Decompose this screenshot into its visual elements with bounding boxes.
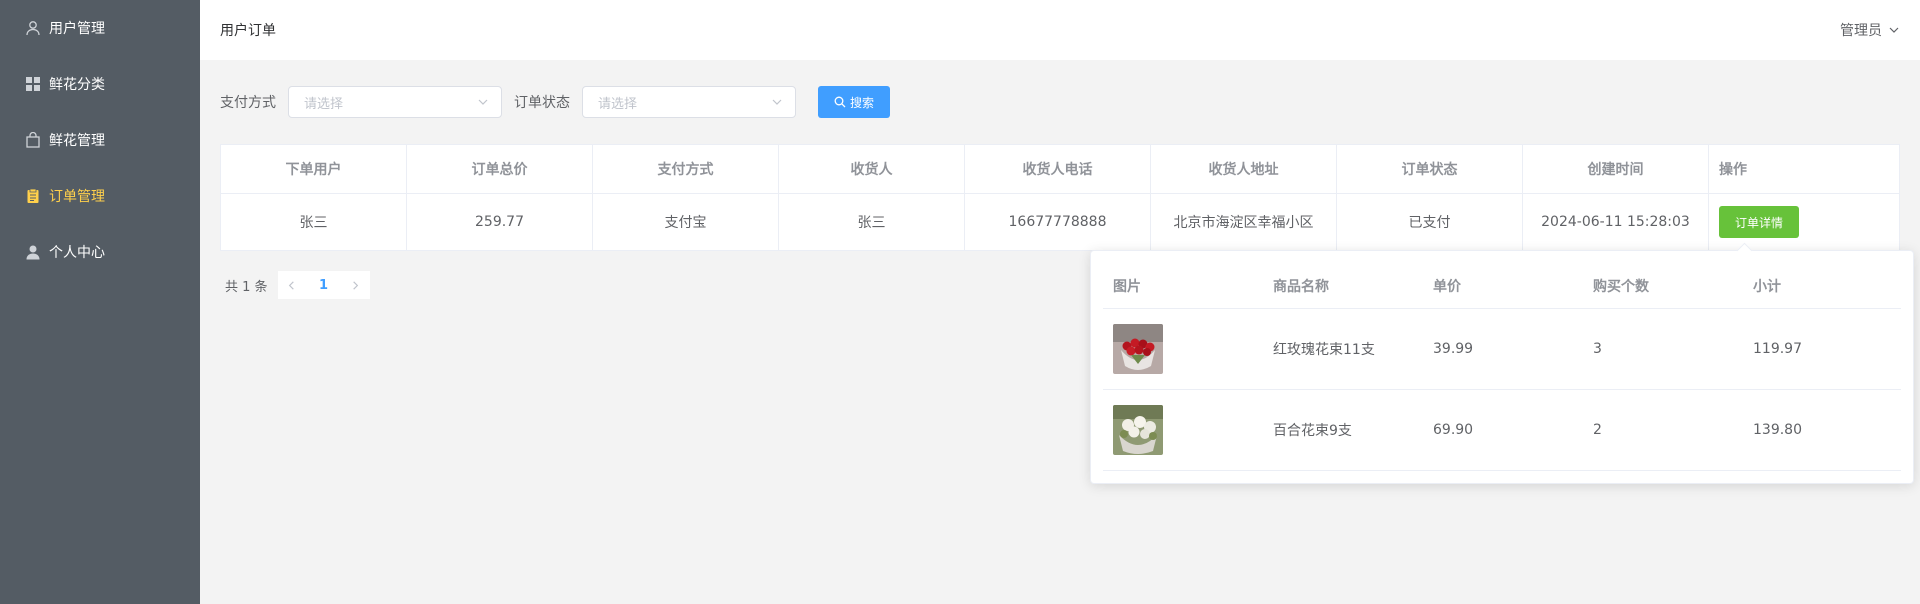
chevron-down-icon	[478, 99, 488, 105]
order-items-header: 图片 商品名称 单价 购买个数 小计	[1103, 263, 1901, 309]
table-row: 张三 259.77 支付宝 张三 16677778888 北京市海淀区幸福小区 …	[221, 193, 1899, 250]
cell-product-name: 红玫瑰花束11支	[1273, 342, 1375, 358]
chevron-left-icon	[288, 280, 294, 290]
clipboard-icon	[27, 188, 39, 203]
column-header: 订单总价	[407, 145, 593, 193]
order-status-placeholder: 请选择	[598, 96, 638, 112]
chevron-right-icon	[353, 280, 359, 290]
chevron-down-icon	[772, 99, 782, 105]
filter-bar: 支付方式 请选择 订单状态 请选择 搜索	[220, 86, 890, 118]
cell-address: 北京市海淀区幸福小区	[1151, 194, 1337, 250]
cell-action: 订单详情	[1709, 194, 1899, 250]
search-icon	[834, 96, 846, 108]
sidebar-item-label: 订单管理	[49, 189, 105, 205]
sidebar-item-label: 鲜花分类	[49, 77, 105, 93]
cell-image	[1103, 390, 1263, 470]
order-status-select[interactable]: 请选择	[582, 86, 796, 118]
product-image-lily	[1113, 405, 1163, 455]
user-icon	[26, 21, 40, 36]
sidebar-item-order-management[interactable]: 订单管理	[0, 168, 200, 224]
cell-user: 张三	[221, 194, 407, 250]
column-header: 小计	[1753, 278, 1781, 295]
column-header: 收货人电话	[965, 145, 1151, 193]
column-header: 收货人	[779, 145, 965, 193]
column-header: 图片	[1113, 278, 1141, 295]
order-item-row: 百合花束9支 69.90 2 139.80	[1103, 390, 1901, 471]
search-button[interactable]: 搜索	[818, 86, 890, 118]
prev-page-button[interactable]	[278, 271, 306, 299]
grid-icon	[26, 77, 40, 91]
sidebar-item-flower-category[interactable]: 鲜花分类	[0, 56, 200, 112]
person-icon	[26, 245, 40, 260]
cell-product-name: 百合花束9支	[1273, 423, 1352, 439]
cell-qty: 3	[1593, 341, 1602, 357]
next-page-button[interactable]	[342, 271, 370, 299]
column-header: 单价	[1433, 278, 1461, 295]
cell-receiver: 张三	[779, 194, 965, 250]
user-name: 管理员	[1840, 23, 1882, 39]
user-dropdown[interactable]: 管理员	[1840, 20, 1900, 40]
column-header: 商品名称	[1273, 278, 1329, 295]
column-header: 下单用户	[221, 145, 407, 193]
chevron-down-icon	[1889, 27, 1899, 33]
breadcrumb: 用户订单	[220, 23, 276, 39]
cell-total: 259.77	[407, 194, 593, 250]
cell-subtotal: 119.97	[1753, 341, 1802, 357]
column-header: 创建时间	[1523, 145, 1709, 193]
cell-price: 39.99	[1433, 341, 1474, 357]
order-item-row: 红玫瑰花束11支 39.99 3 119.97	[1103, 309, 1901, 390]
bag-icon	[26, 132, 40, 148]
pagination-total: 共 1 条	[225, 279, 268, 295]
cell-subtotal: 139.80	[1753, 422, 1802, 438]
column-header: 操作	[1719, 162, 1747, 178]
page-number[interactable]: 1	[306, 271, 342, 299]
cell-phone: 16677778888	[965, 194, 1151, 250]
pay-method-select[interactable]: 请选择	[288, 86, 502, 118]
order-items-table: 图片 商品名称 单价 购买个数 小计 红玫瑰花束11支 39.99 3 119.…	[1103, 263, 1901, 471]
sidebar-item-personal-center[interactable]: 个人中心	[0, 224, 200, 280]
cell-price: 69.90	[1433, 422, 1474, 438]
product-image-rose	[1113, 324, 1163, 374]
header: 用户订单 管理员	[200, 0, 1920, 60]
cell-created: 2024-06-11 15:28:03	[1523, 194, 1709, 250]
orders-table: 下单用户 订单总价 支付方式 收货人 收货人电话 收货人地址 订单状态 创建时间…	[220, 144, 1900, 251]
pay-method-placeholder: 请选择	[304, 96, 344, 112]
order-detail-popover: 图片 商品名称 单价 购买个数 小计 红玫瑰花束11支 39.99 3 119.…	[1090, 250, 1914, 484]
search-button-label: 搜索	[849, 95, 874, 110]
column-header: 支付方式	[593, 145, 779, 193]
sidebar-item-user-management[interactable]: 用户管理	[0, 0, 200, 56]
pagination-controls: 1	[277, 271, 370, 299]
column-header: 订单状态	[1337, 145, 1523, 193]
sidebar-item-label: 用户管理	[49, 21, 105, 37]
table-header: 下单用户 订单总价 支付方式 收货人 收货人电话 收货人地址 订单状态 创建时间…	[221, 145, 1899, 193]
sidebar-item-label: 个人中心	[49, 245, 105, 261]
cell-image	[1103, 309, 1263, 389]
order-status-label: 订单状态	[514, 95, 570, 111]
order-detail-button[interactable]: 订单详情	[1719, 206, 1799, 238]
column-header: 购买个数	[1593, 278, 1649, 295]
column-header: 收货人地址	[1151, 145, 1337, 193]
pay-method-label: 支付方式	[220, 95, 276, 111]
sidebar-item-flower-management[interactable]: 鲜花管理	[0, 112, 200, 168]
cell-pay-method: 支付宝	[593, 194, 779, 250]
cell-status: 已支付	[1337, 194, 1523, 250]
cell-qty: 2	[1593, 422, 1602, 438]
sidebar: 用户管理 鲜花分类 鲜花管理 订单管理 个人中心	[0, 0, 200, 604]
pagination: 共 1 条 1	[225, 271, 370, 299]
sidebar-item-label: 鲜花管理	[49, 133, 105, 149]
